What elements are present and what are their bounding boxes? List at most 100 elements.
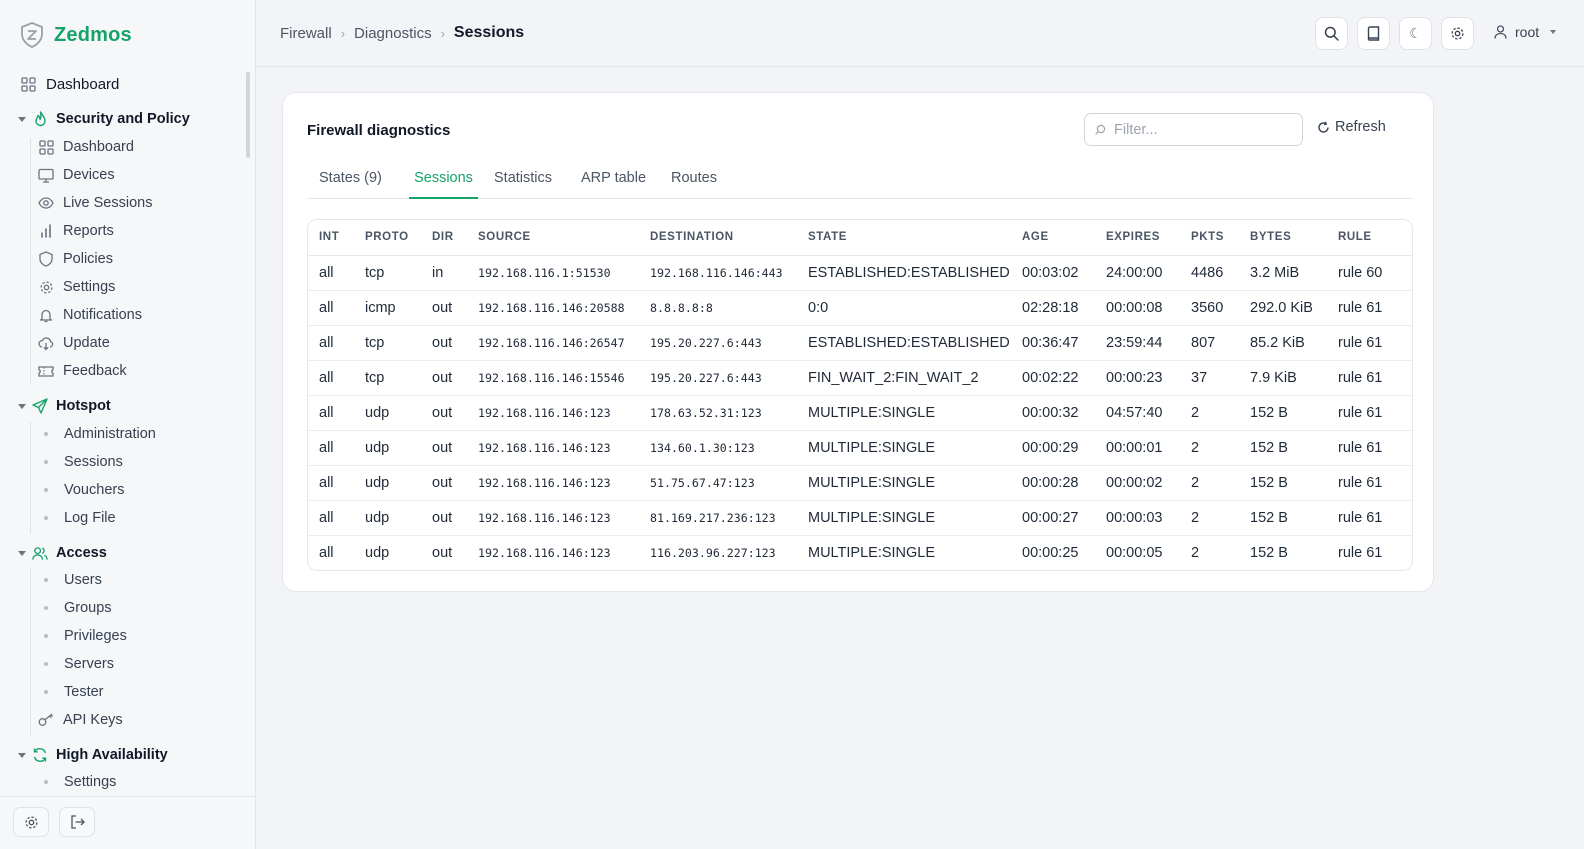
column-header-proto[interactable]: PROTO [354,220,421,256]
tab-statistics[interactable]: Statistics [494,170,552,199]
sidebar-scrollbar[interactable] [246,72,250,158]
table-row[interactable]: all icmp out 192.168.116.146:20588 8.8.8.8:8… [308,290,1412,326]
cell-int: all [308,325,354,361]
sidebar-group-access[interactable]: Access [18,541,107,565]
refresh-label: Refresh [1335,119,1386,135]
cell-source: 192.168.116.146:123 [467,430,639,466]
user-menu[interactable]: root [1492,24,1557,40]
column-header-rule[interactable]: RULE [1327,220,1412,256]
bullet-icon [44,460,48,464]
sidebar-item-devices[interactable]: Devices [38,163,115,187]
column-header-source[interactable]: SOURCE [467,220,639,256]
sidebar-item-api-keys[interactable]: API Keys [38,708,123,732]
bar-chart-icon [38,223,54,239]
refresh-icon [1317,121,1330,134]
sidebar-item-ha-settings[interactable]: Settings [38,771,116,789]
cell-pkts: 2 [1180,465,1239,501]
sidebar-item-notifications[interactable]: Notifications [38,303,142,327]
flame-icon [32,111,48,127]
cell-state: MULTIPLE:SINGLE [797,430,1011,466]
cell-proto: udp [365,544,390,561]
cell-dir: out [421,395,467,431]
sidebar-item-settings[interactable]: Settings [38,275,115,299]
cloud-download-icon [38,335,54,351]
column-header-destination[interactable]: DESTINATION [639,220,797,256]
column-header-dir[interactable]: DIR [421,220,467,256]
table-row[interactable]: all tcp in 192.168.116.1:51530 192.168.116.1… [308,255,1412,291]
cell-dir: out [421,500,467,536]
book-icon [1366,26,1382,42]
table-row[interactable]: all udp out 192.168.116.146:123 178.63.52.31… [308,395,1412,431]
sidebar-item-reports[interactable]: Reports [38,219,114,243]
sidebar-item-update[interactable]: Update [38,331,110,355]
logout-button[interactable] [59,807,95,837]
cell-destination: 51.75.67.47:123 [639,465,797,501]
cell-age: 00:00:32 [1011,395,1095,431]
column-header-state[interactable]: STATE [797,220,1011,256]
sidebar-item-sessions[interactable]: Sessions [38,450,123,474]
tab-states[interactable]: States (9) [319,170,382,199]
column-header-bytes[interactable]: BYTES [1239,220,1327,256]
preferences-button[interactable] [1441,17,1474,50]
sidebar-item-users[interactable]: Users [38,568,102,592]
tree-line [30,138,31,384]
table-row[interactable]: all udp out 192.168.116.146:123 51.75.67.47:… [308,465,1412,501]
sidebar-item-groups[interactable]: Groups [38,596,112,620]
cell-rule: rule 61 [1327,465,1412,501]
refresh-button[interactable]: Refresh [1317,119,1386,135]
column-header-age[interactable]: AGE [1011,220,1095,256]
column-header-int[interactable]: INT [308,220,354,256]
search-button[interactable] [1315,17,1348,50]
sidebar-group-security-and-policy[interactable]: Security and Policy [18,107,190,131]
filter-field[interactable] [1084,113,1303,146]
sessions-table: INT PROTO DIR SOURCE DESTINATION STATE A… [308,220,1412,570]
bullet-icon [44,516,48,520]
cell-rule: rule 61 [1327,325,1412,361]
sidebar-item-tester[interactable]: Tester [38,680,104,704]
sidebar-item-administration[interactable]: Administration [38,422,156,446]
table-row[interactable]: all tcp out 192.168.116.146:15546 195.20.227… [308,360,1412,396]
sidebar-group-high-availability[interactable]: High Availability [18,743,168,767]
chevron-down-icon [18,752,26,758]
sidebar-item-live-sessions[interactable]: Live Sessions [38,191,152,215]
filter-input[interactable] [1114,121,1294,138]
table-row[interactable]: all udp out 192.168.116.146:123 81.169.217.2… [308,500,1412,536]
sidebar-item-policies[interactable]: Policies [38,247,113,271]
cell-expires: 04:57:40 [1095,395,1180,431]
breadcrumb-firewall[interactable]: Firewall [280,25,332,42]
sidebar-item-servers[interactable]: Servers [38,652,114,676]
send-icon [32,398,48,414]
sidebar-item-privileges[interactable]: Privileges [38,624,127,648]
cell-int: all [308,465,354,501]
cell-age: 00:36:47 [1011,325,1095,361]
sidebar-item-vouchers[interactable]: Vouchers [38,478,124,502]
column-header-pkts[interactable]: PKTS [1180,220,1239,256]
table-row[interactable]: all tcp out 192.168.116.146:26547 195.20.227… [308,325,1412,361]
table-row[interactable]: all udp out 192.168.116.146:123 116.203.96.2… [308,535,1412,570]
cell-source: 192.168.116.146:20588 [467,290,639,326]
sidebar-item-log-file[interactable]: Log File [38,506,116,530]
table-row[interactable]: all udp out 192.168.116.146:123 134.60.1.30:… [308,430,1412,466]
sidebar-item-feedback[interactable]: Feedback [38,359,127,383]
cell-destination: 116.203.96.227:123 [650,545,776,560]
table-header-row: INT PROTO DIR SOURCE DESTINATION STATE A… [308,220,1412,256]
breadcrumb-diagnostics[interactable]: Diagnostics [354,25,432,42]
tab-sessions[interactable]: Sessions [409,170,478,199]
brand[interactable]: Zedmos [20,22,132,48]
cell-bytes: 292.0 KiB [1239,290,1327,326]
cell-source: 192.168.116.146:26547 [467,325,639,361]
cell-state: FIN_WAIT_2:FIN_WAIT_2 [797,360,1011,396]
column-header-expires[interactable]: EXPIRES [1095,220,1180,256]
sidebar-group-hotspot[interactable]: Hotspot [18,394,111,418]
tab-arp-table[interactable]: ARP table [581,170,646,199]
theme-toggle-button[interactable]: ☾ [1399,17,1432,50]
sidebar-item-dashboard[interactable]: Dashboard [38,135,134,159]
cell-rule: rule 61 [1327,430,1412,466]
settings-button[interactable] [13,807,49,837]
docs-button[interactable] [1357,17,1390,50]
tab-routes[interactable]: Routes [671,170,717,199]
cell-int: all [308,395,354,431]
shield-icon [38,251,54,267]
bullet-icon [44,432,48,436]
sidebar-item-dashboard[interactable]: Dashboard [20,72,119,96]
